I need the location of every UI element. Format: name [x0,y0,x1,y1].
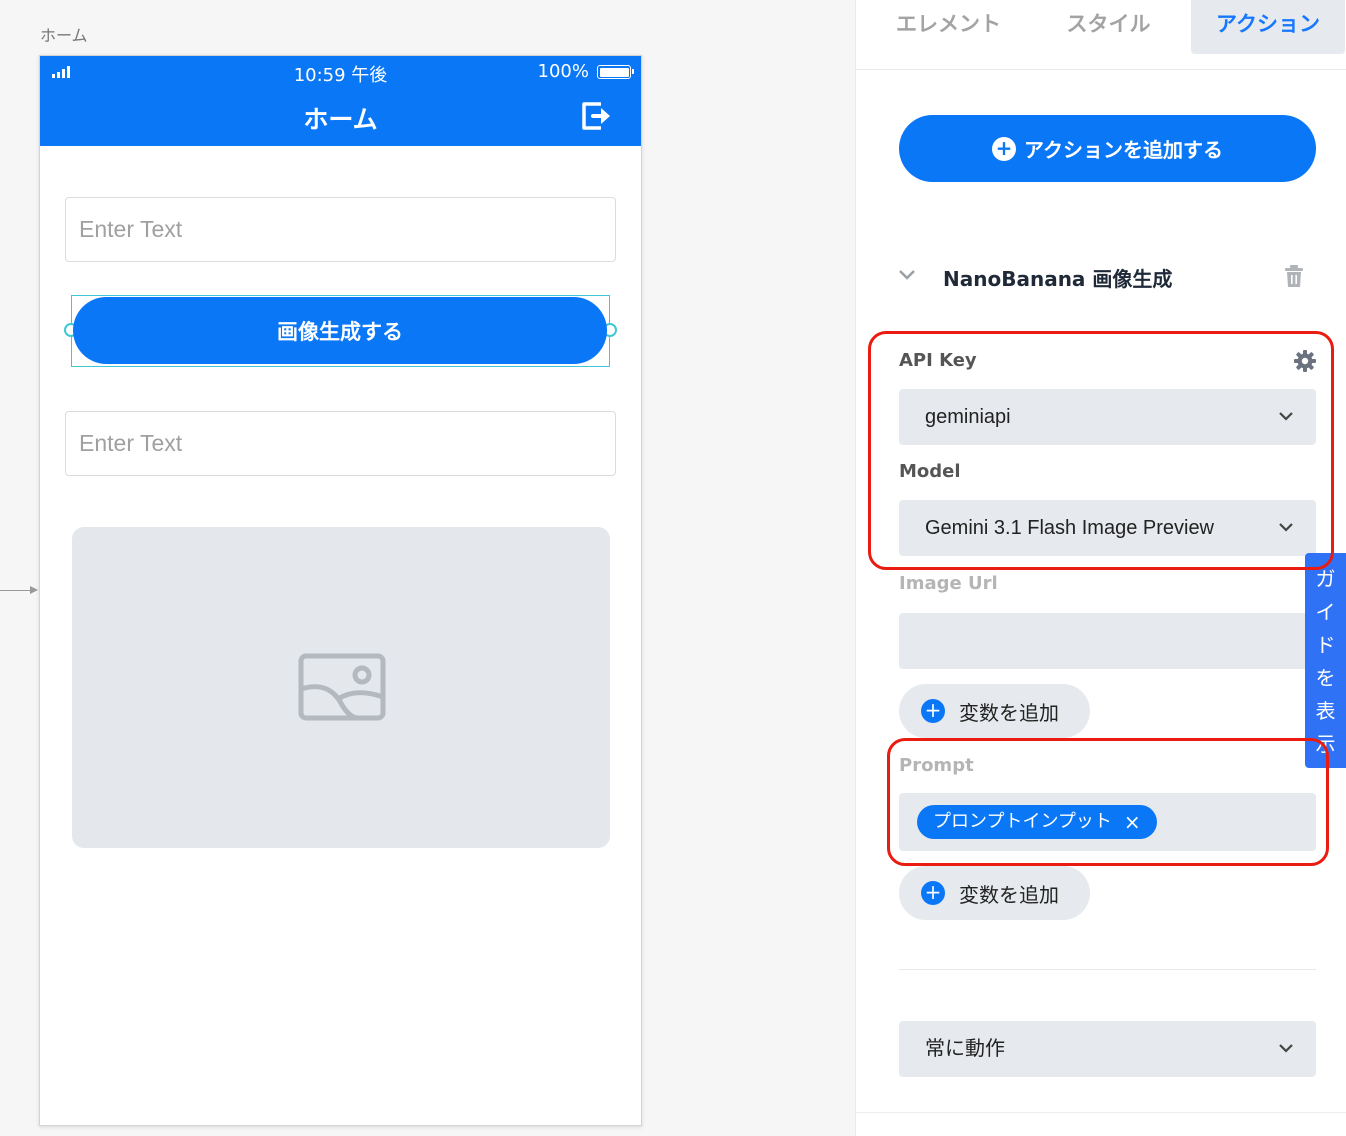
battery-icon [597,65,634,79]
guide-tab-char: を [1315,666,1336,690]
phone-header: 10:59 午後 100% ホーム [40,56,641,146]
trigger-value: 常に動作 [925,1038,1005,1060]
tab-element[interactable]: エレメント [886,0,1011,54]
model-select[interactable]: Gemini 3.1 Flash Image Preview [899,500,1316,556]
chevron-down-icon [1279,1044,1293,1053]
chevron-down-icon [1279,523,1293,532]
section-divider [899,969,1316,970]
image-url-label: Image Url [899,573,998,594]
action-title: NanoBanana 画像生成 [943,267,1173,291]
prompt-field[interactable]: プロンプトインプット × [899,793,1316,851]
enter-text-input-1[interactable] [65,197,616,262]
show-guide-tab[interactable]: ガ イ ド を 表 示 [1305,553,1346,768]
screen-label: ホーム [40,26,88,45]
image-placeholder[interactable] [72,527,610,848]
close-icon[interactable]: × [1124,805,1141,839]
phone-preview[interactable]: 10:59 午後 100% ホーム 画像生成する [39,55,642,1126]
trigger-select[interactable]: 常に動作 [899,1021,1316,1077]
tab-style[interactable]: スタイル [1056,0,1161,54]
image-icon [298,653,386,721]
trash-icon[interactable] [1284,264,1304,288]
plus-circle-icon: + [921,699,945,723]
gear-icon[interactable] [1294,350,1316,372]
phone-header-title: ホーム [303,105,378,134]
add-variable-label: 変数を追加 [959,700,1059,725]
generate-image-button[interactable]: 画像生成する [73,297,607,364]
image-url-field[interactable] [899,613,1316,669]
battery-percent: 100% [537,61,589,82]
guide-tab-char: ガ [1315,567,1336,591]
add-action-label: アクションを追加する [1024,138,1223,162]
chevron-down-icon[interactable] [898,268,916,282]
add-action-button[interactable]: + アクションを追加する [899,115,1316,182]
prompt-variable-chip[interactable]: プロンプトインプット × [917,805,1157,839]
model-value: Gemini 3.1 Flash Image Preview [925,517,1215,539]
selected-element-outline[interactable]: 画像生成する [64,295,617,367]
api-key-value: geminiapi [925,406,1011,428]
add-variable-button-prompt[interactable]: + 変数を追加 [899,866,1090,920]
guide-tab-char: イ [1315,600,1336,624]
tab-action[interactable]: アクション [1191,0,1345,54]
model-label: Model [899,461,961,482]
guide-tab-char: 示 [1315,732,1336,756]
properties-panel: エレメント スタイル アクション + アクションを追加する NanoBanana… [855,0,1346,1136]
guide-tab-char: ド [1315,633,1336,657]
battery-fill [599,67,629,77]
prompt-label: Prompt [899,755,974,776]
plus-circle-icon: + [921,881,945,905]
api-key-select[interactable]: geminiapi [899,389,1316,445]
plus-circle-icon: + [992,136,1016,161]
api-key-label: API Key [899,350,977,371]
screen-connector-arrow [30,586,38,594]
add-variable-button-image-url[interactable]: + 変数を追加 [899,684,1090,738]
section-divider [856,1112,1346,1113]
add-variable-label: 変数を追加 [959,882,1059,907]
panel-tabs: エレメント スタイル アクション [856,0,1346,70]
guide-tab-char: 表 [1315,699,1336,723]
prompt-chip-label: プロンプトインプット [933,811,1112,832]
enter-text-input-2[interactable] [65,411,616,476]
logout-icon[interactable] [579,99,613,133]
chevron-down-icon [1279,412,1293,421]
screen-connector-line [0,590,32,591]
